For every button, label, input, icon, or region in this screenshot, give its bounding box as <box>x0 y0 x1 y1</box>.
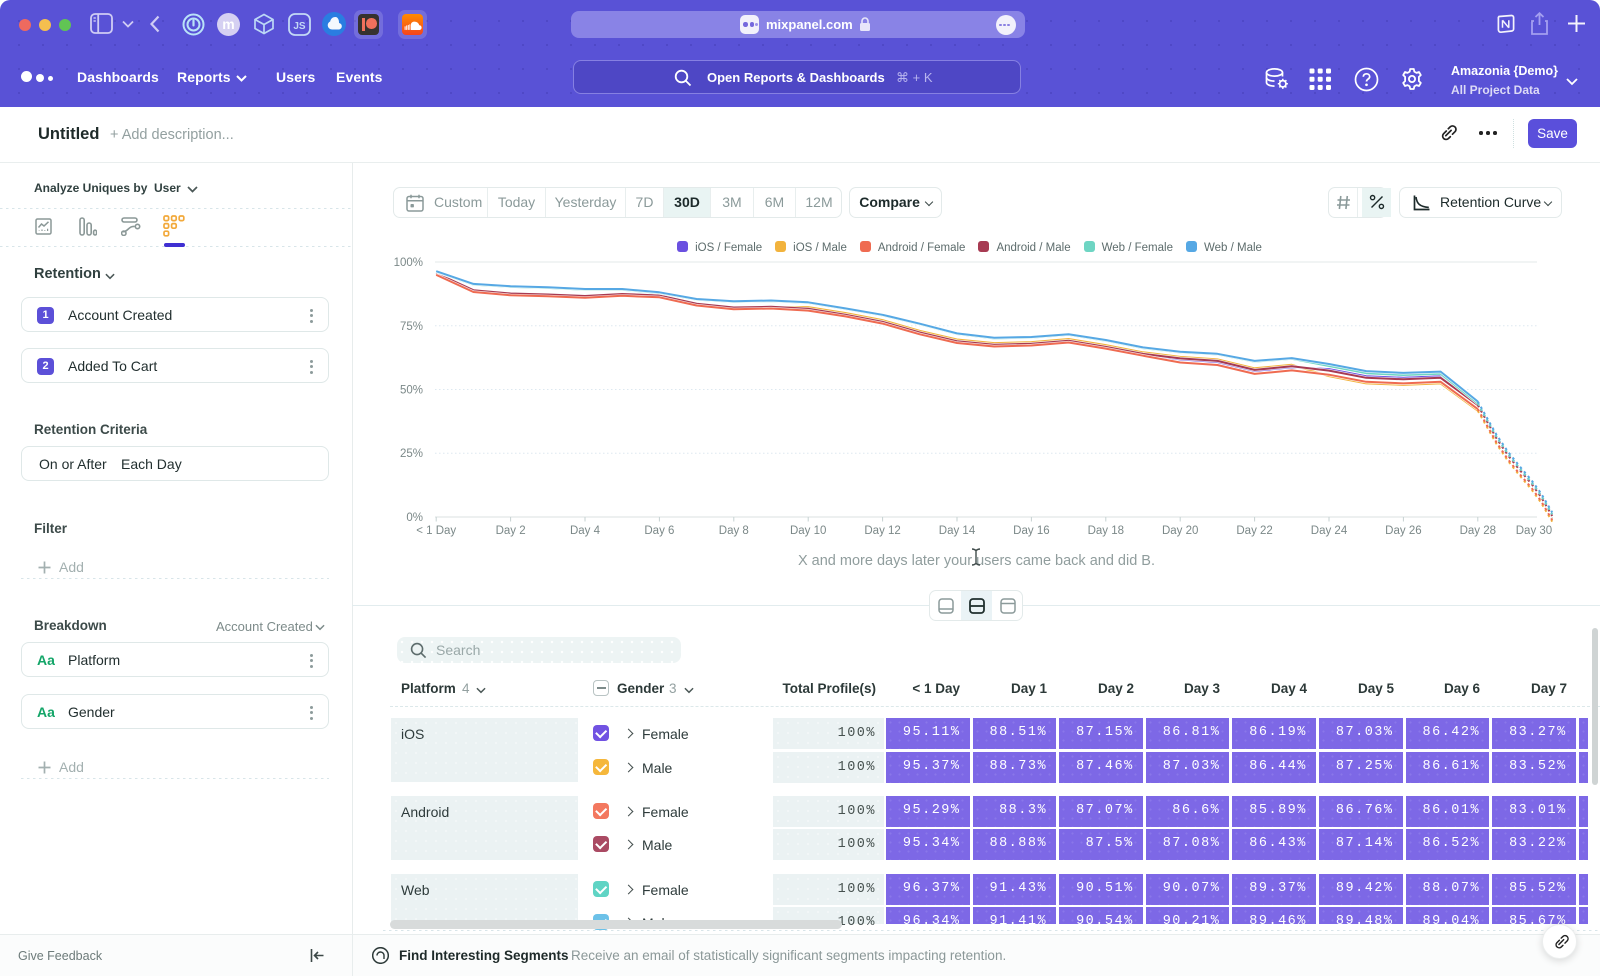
svg-text:50%: 50% <box>400 385 423 397</box>
svg-text:Day 26: Day 26 <box>1385 525 1421 537</box>
svg-text:Day 6: Day 6 <box>644 525 674 537</box>
svg-text:0%: 0% <box>406 512 423 524</box>
svg-text:Day 10: Day 10 <box>790 525 826 537</box>
svg-text:Day 24: Day 24 <box>1311 525 1348 537</box>
svg-text:Day 12: Day 12 <box>864 525 900 537</box>
svg-text:Day 16: Day 16 <box>1013 525 1049 537</box>
svg-text:100%: 100% <box>394 257 423 269</box>
svg-text:Day 28: Day 28 <box>1460 525 1496 537</box>
svg-text:Day 14: Day 14 <box>939 525 976 537</box>
svg-text:75%: 75% <box>400 321 423 333</box>
svg-text:Day 2: Day 2 <box>496 525 526 537</box>
svg-text:Day 30: Day 30 <box>1516 525 1552 537</box>
svg-text:25%: 25% <box>400 448 423 460</box>
svg-text:Day 4: Day 4 <box>570 525 601 537</box>
svg-text:JS: JS <box>293 21 306 32</box>
svg-text:Day 8: Day 8 <box>719 525 749 537</box>
svg-text:Day 18: Day 18 <box>1088 525 1124 537</box>
svg-text:Day 22: Day 22 <box>1236 525 1272 537</box>
svg-text:< 1 Day: < 1 Day <box>416 525 456 537</box>
svg-text:Day 20: Day 20 <box>1162 525 1198 537</box>
